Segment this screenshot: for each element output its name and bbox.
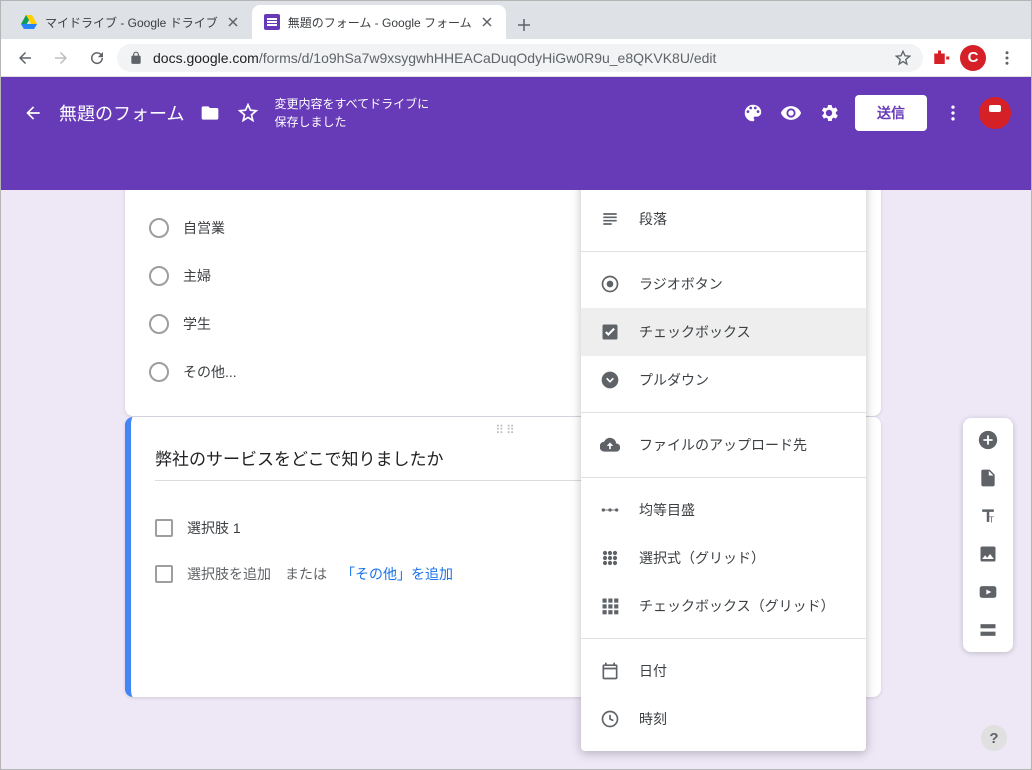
forms-favicon: [264, 14, 280, 30]
close-tab-icon[interactable]: [480, 15, 494, 29]
save-status: 変更内容をすべてドライブに 保存しました: [274, 95, 429, 131]
paragraph-icon: [599, 208, 621, 230]
checkbox-icon: [155, 565, 173, 583]
palette-icon[interactable]: [741, 101, 765, 125]
dd-date[interactable]: 日付: [581, 647, 866, 695]
new-tab-button[interactable]: [510, 11, 538, 39]
radio-icon: [149, 218, 169, 238]
tab-title: マイドライブ - Google ドライブ: [45, 14, 218, 31]
add-video-icon[interactable]: [976, 580, 1000, 604]
radio-icon: [149, 266, 169, 286]
radio-icon: [149, 362, 169, 382]
account-avatar[interactable]: [979, 97, 1011, 129]
add-section-icon[interactable]: [976, 618, 1000, 642]
nav-reload-button[interactable]: [81, 42, 113, 74]
browser-menu-button[interactable]: [991, 42, 1023, 74]
add-other-link[interactable]: 「その他」を追加: [341, 564, 453, 584]
extension-icon[interactable]: [927, 44, 955, 72]
radio-button-icon: [599, 273, 621, 295]
dd-checkbox[interactable]: チェックボックス: [581, 308, 866, 356]
close-tab-icon[interactable]: [226, 15, 240, 29]
dd-pulldown[interactable]: プルダウン: [581, 356, 866, 404]
dd-linear-scale[interactable]: 均等目盛: [581, 486, 866, 534]
lock-icon: [129, 51, 143, 65]
folder-icon[interactable]: [198, 101, 222, 125]
nav-forward-button[interactable]: [45, 42, 77, 74]
dd-time[interactable]: 時刻: [581, 695, 866, 743]
nav-back-button[interactable]: [9, 42, 41, 74]
checkbox-checked-icon: [599, 321, 621, 343]
settings-gear-icon[interactable]: [817, 101, 841, 125]
form-canvas: 質問 回答 自営業 主婦 学生 その他... ⠿⠿ 弊社のサービスをどこで知りま…: [1, 190, 1031, 769]
tab-title: 無題のフォーム - Google フォーム: [288, 14, 472, 31]
url-field[interactable]: docs.google.com/forms/d/1o9hSa7w9xsygwhH…: [117, 44, 923, 72]
dd-checkbox-grid[interactable]: チェックボックス（グリッド）: [581, 582, 866, 630]
url-text: docs.google.com/forms/d/1o9hSa7w9xsygwhH…: [153, 50, 885, 66]
dd-radio[interactable]: ラジオボタン: [581, 260, 866, 308]
help-button[interactable]: ?: [981, 725, 1007, 751]
svg-text:T: T: [989, 515, 994, 525]
form-title[interactable]: 無題のフォーム: [59, 100, 184, 126]
star-icon[interactable]: [236, 101, 260, 125]
dd-radio-grid[interactable]: 選択式（グリッド）: [581, 534, 866, 582]
floating-side-toolbar: T: [963, 418, 1013, 652]
send-button[interactable]: 送信: [855, 95, 927, 131]
add-image-tool-icon[interactable]: [976, 542, 1000, 566]
preview-eye-icon[interactable]: [779, 101, 803, 125]
back-arrow-icon[interactable]: [21, 101, 45, 125]
linear-scale-icon: [599, 499, 621, 521]
add-question-icon[interactable]: [976, 428, 1000, 452]
import-questions-icon[interactable]: [976, 466, 1000, 490]
add-title-icon[interactable]: T: [976, 504, 1000, 528]
checkbox-icon: [155, 519, 173, 537]
forms-header: 無題のフォーム 変更内容をすべてドライブに 保存しました 送信: [1, 77, 1031, 190]
dd-file-upload[interactable]: ファイルのアップロード先: [581, 421, 866, 469]
radio-icon: [149, 314, 169, 334]
browser-tab-forms[interactable]: 無題のフォーム - Google フォーム: [252, 5, 506, 39]
more-menu-button[interactable]: [941, 101, 965, 125]
profile-avatar-icon[interactable]: C: [959, 44, 987, 72]
calendar-icon: [599, 660, 621, 682]
dropdown-circle-icon: [599, 369, 621, 391]
browser-tab-drive[interactable]: マイドライブ - Google ドライブ: [9, 5, 252, 39]
cloud-upload-icon: [599, 434, 621, 456]
radio-grid-icon: [599, 547, 621, 569]
clock-icon: [599, 708, 621, 730]
drive-favicon: [21, 14, 37, 30]
dd-paragraph[interactable]: 段落: [581, 195, 866, 243]
question-type-dropdown: 記述式 段落 ラジオボタン チェックボックス プルダウン ファイルのアップロード…: [581, 190, 866, 751]
bookmark-star-icon[interactable]: [895, 50, 911, 66]
checkbox-grid-icon: [599, 595, 621, 617]
address-bar: docs.google.com/forms/d/1o9hSa7w9xsygwhH…: [1, 39, 1031, 77]
browser-tabstrip: マイドライブ - Google ドライブ 無題のフォーム - Google フォ…: [1, 1, 1031, 39]
drag-handle-icon[interactable]: ⠿⠿: [495, 423, 517, 437]
